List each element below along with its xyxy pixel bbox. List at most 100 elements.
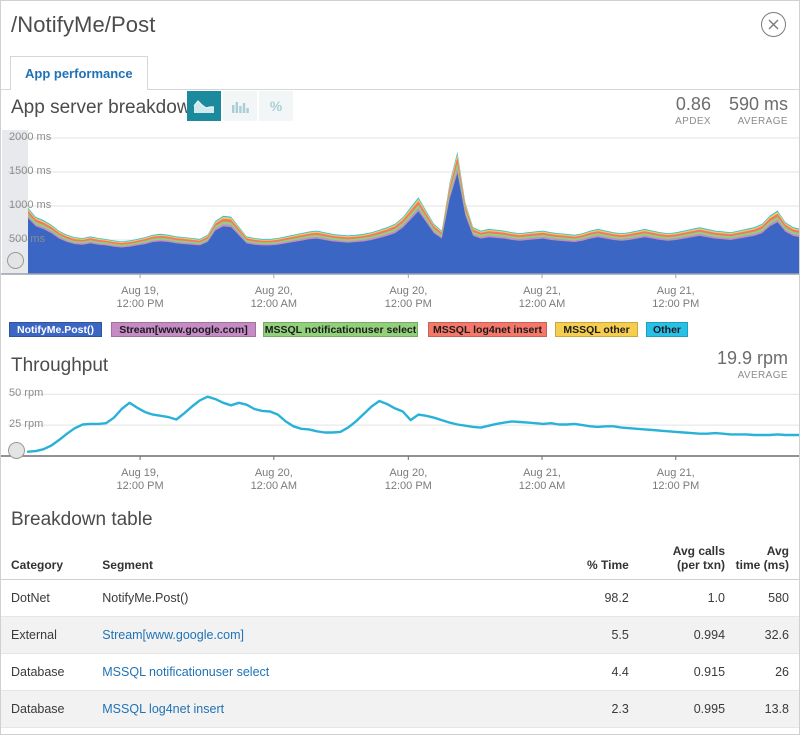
throughput-x-tick: Aug 20, 12:00 AM bbox=[250, 467, 298, 492]
cell-calls: 0.994 bbox=[628, 616, 726, 654]
area-x-tick: Aug 20, 12:00 AM bbox=[250, 285, 298, 310]
app-server-breakdown-legend: NotifyMe.Post() Stream[www.google.com] MSS… bbox=[1, 322, 799, 348]
area-x-tick: Aug 21, 12:00 AM bbox=[518, 285, 566, 310]
legend-chip-label: MSSQL log4net insert bbox=[433, 323, 542, 336]
legend-chip-label: NotifyMe.Post() bbox=[17, 323, 94, 336]
cell-pct: 1.7 bbox=[537, 727, 629, 734]
area-x-tick: Aug 19, 12:00 PM bbox=[116, 285, 164, 310]
bar-chart-icon bbox=[232, 102, 249, 113]
cell-segment: MSSQL other bbox=[102, 727, 538, 734]
area-chart-toggle[interactable] bbox=[187, 91, 221, 121]
column-header-avg[interactable]: Avg time (ms) bbox=[725, 544, 799, 580]
area-chart-icon bbox=[193, 100, 214, 113]
table-row: DotNet NotifyMe.Post() 98.2 1.0 580 bbox=[1, 579, 799, 617]
throughput-chart-svg bbox=[1, 393, 799, 460]
cell-pct: 98.2 bbox=[537, 579, 629, 617]
app-server-breakdown-title: App server breakdown bbox=[11, 97, 202, 118]
page-title: /NotifyMe/Post bbox=[11, 12, 156, 37]
column-header-sublabel: (per txn) bbox=[677, 558, 726, 572]
cell-pct: 4.4 bbox=[537, 653, 629, 691]
tab-label: App performance bbox=[25, 66, 133, 81]
cell-segment: MSSQL log4net insert bbox=[102, 690, 538, 728]
table-row: Database MSSQL notificationuser select 4.4… bbox=[1, 653, 799, 691]
cell-avg: 10.2 bbox=[725, 727, 799, 734]
tab-bar: App performance bbox=[1, 53, 799, 90]
legend-chip[interactable]: NotifyMe.Post() bbox=[9, 322, 102, 337]
average-metric: 590 ms AVERAGE bbox=[729, 94, 788, 127]
percent-toggle[interactable]: % bbox=[259, 91, 293, 121]
legend-chip[interactable]: MSSQL log4net insert bbox=[428, 322, 547, 337]
panel-header: /NotifyMe/Post bbox=[1, 1, 799, 53]
area-chart-svg bbox=[1, 137, 799, 278]
segment-link[interactable]: MSSQL log4net insert bbox=[102, 702, 224, 716]
legend-chip-label: MSSQL notificationuser select bbox=[264, 323, 417, 336]
app-server-breakdown-chart[interactable]: 500 ms 1000 ms 1500 ms 2000 ms bbox=[1, 130, 799, 280]
legend-chip-label: Other bbox=[653, 323, 682, 336]
app-server-breakdown-header: App server breakdown % 0.86 APDEX 590 ms… bbox=[1, 90, 799, 130]
cell-pct: 5.5 bbox=[537, 616, 629, 654]
apdex-label: APDEX bbox=[675, 116, 711, 127]
throughput-metrics: 19.9 rpm AVERAGE bbox=[717, 348, 788, 381]
breakdown-table-header: Breakdown table bbox=[1, 504, 799, 544]
cell-avg: 32.6 bbox=[725, 616, 799, 654]
throughput-x-tick: Aug 20, 12:00 PM bbox=[384, 467, 432, 492]
legend-chip[interactable]: Other bbox=[646, 322, 688, 337]
area-x-tick: Aug 20, 12:00 PM bbox=[384, 285, 432, 310]
cell-avg: 26 bbox=[725, 653, 799, 691]
legend-chip[interactable]: Stream[www.google.com] bbox=[111, 322, 256, 337]
cell-avg: 580 bbox=[725, 579, 799, 617]
app-server-metrics: 0.86 APDEX 590 ms AVERAGE bbox=[675, 94, 788, 127]
cell-avg: 13.8 bbox=[725, 690, 799, 728]
throughput-x-tick: Aug 21, 12:00 PM bbox=[652, 467, 700, 492]
apdex-value: 0.86 bbox=[675, 94, 711, 114]
cell-calls: 0.995 bbox=[628, 690, 726, 728]
breakdown-table: Category Segment% Time Avg calls (per txn) A… bbox=[1, 544, 799, 734]
cell-category: Database bbox=[1, 653, 103, 691]
cell-category: DotNet bbox=[1, 579, 103, 617]
app-performance-panel: /NotifyMe/Post App performance App serve… bbox=[0, 0, 800, 735]
chart-range-handle[interactable] bbox=[7, 252, 24, 269]
breakdown-table-title: Breakdown table bbox=[11, 509, 153, 530]
table-row: Database MSSQL log4net insert 2.3 0.995 13.8 bbox=[1, 690, 799, 728]
column-header-sublabel: time (ms) bbox=[735, 558, 789, 572]
throughput-x-axis: Aug 19, 12:00 PM Aug 20, 12:00 AM Aug 20, 12:… bbox=[1, 464, 799, 504]
cell-segment: MSSQL notificationuser select bbox=[102, 653, 538, 691]
close-icon[interactable] bbox=[761, 12, 786, 37]
column-header-label: Avg bbox=[766, 544, 789, 558]
cell-pct: 2.3 bbox=[537, 690, 629, 728]
column-header-category[interactable]: Category bbox=[1, 544, 103, 580]
legend-chip-label: MSSQL other bbox=[563, 323, 630, 336]
apdex-metric: 0.86 APDEX bbox=[675, 94, 711, 127]
average-value: 590 ms bbox=[728, 94, 788, 114]
cell-calls: 0.915 bbox=[628, 653, 726, 691]
column-header-segment[interactable]: Segment bbox=[102, 544, 538, 580]
column-header-label: Avg calls bbox=[672, 544, 726, 558]
throughput-average-label: AVERAGE bbox=[737, 370, 788, 381]
throughput-range-handle[interactable] bbox=[8, 442, 25, 459]
segment-link[interactable]: Stream[www.google.com] bbox=[102, 628, 244, 642]
throughput-title: Throughput bbox=[11, 355, 109, 376]
column-header-pct[interactable]: % Time bbox=[537, 544, 629, 580]
cell-category: External bbox=[1, 616, 103, 654]
column-header-calls[interactable]: Avg calls (per txn) bbox=[628, 544, 726, 580]
legend-chip[interactable]: MSSQL other bbox=[555, 322, 638, 337]
legend-chip[interactable]: MSSQL notificationuser select bbox=[263, 322, 418, 337]
cell-category: Database bbox=[1, 727, 103, 734]
throughput-average-metric: 19.9 rpm AVERAGE bbox=[717, 348, 788, 381]
tab-app-performance[interactable]: App performance bbox=[10, 56, 148, 90]
cell-category: Database bbox=[1, 690, 103, 728]
table-row: External Stream[www.google.com] 5.5 0.994 32… bbox=[1, 616, 799, 654]
bar-chart-toggle[interactable] bbox=[223, 91, 257, 121]
legend-chip-label: Stream[www.google.com] bbox=[119, 323, 248, 336]
average-label: AVERAGE bbox=[737, 116, 788, 127]
cell-segment: Stream[www.google.com] bbox=[102, 616, 538, 654]
throughput-header: Throughput 19.9 rpm AVERAGE bbox=[1, 348, 799, 382]
chart-type-toggles: % bbox=[187, 91, 293, 121]
throughput-average-value: 19.9 rpm bbox=[716, 348, 788, 368]
area-x-tick: Aug 21, 12:00 PM bbox=[652, 285, 700, 310]
segment-link[interactable]: MSSQL notificationuser select bbox=[102, 665, 269, 679]
throughput-chart[interactable]: 25 rpm 50 rpm bbox=[1, 382, 799, 464]
throughput-x-tick: Aug 19, 12:00 PM bbox=[116, 467, 164, 492]
table-row: DatabaseMSSQL other1.70.79610.2 bbox=[1, 727, 799, 734]
table-header-row: Category Segment% Time Avg calls (per txn) A… bbox=[1, 544, 799, 580]
